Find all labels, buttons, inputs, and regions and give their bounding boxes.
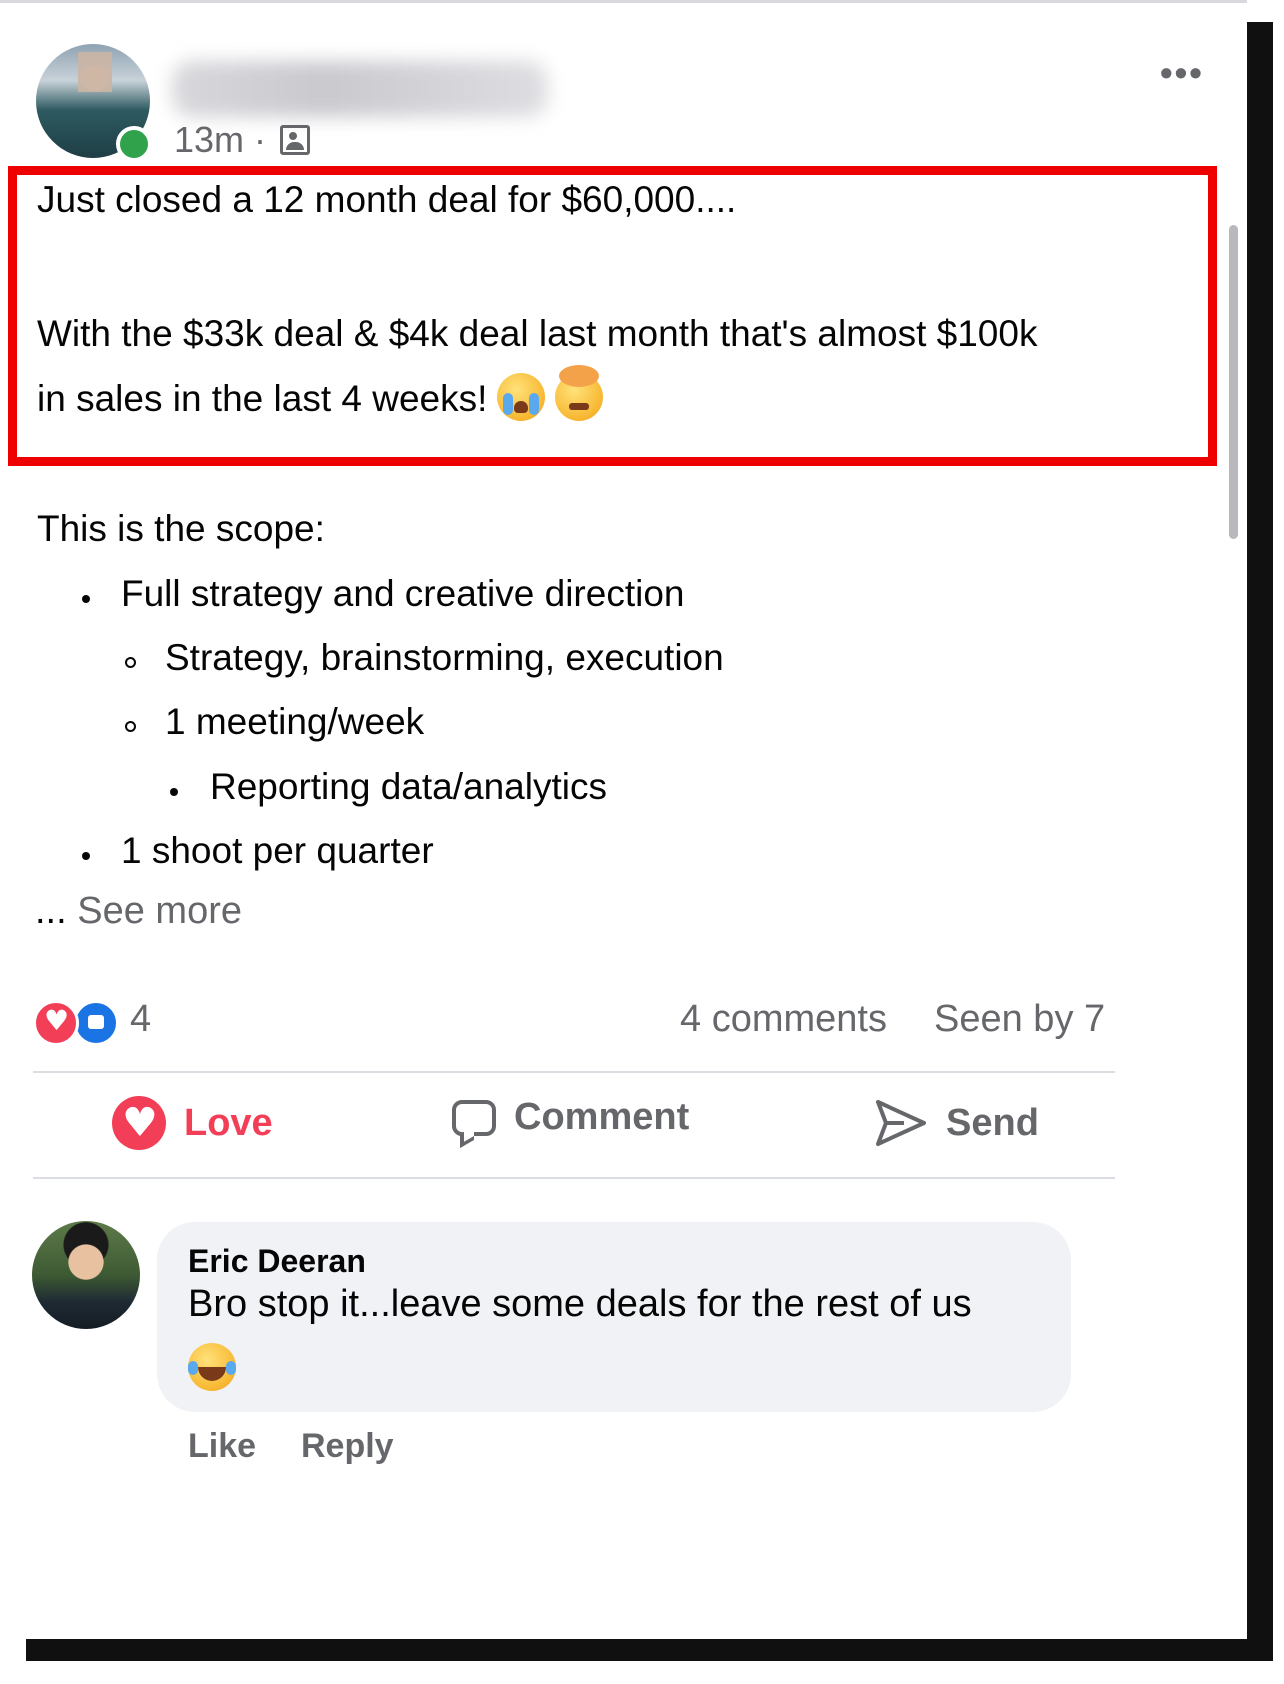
seen-by[interactable]: Seen by 7 <box>934 998 1105 1041</box>
love-heart-icon <box>112 1096 166 1150</box>
loudly-crying-emoji-icon <box>497 373 546 421</box>
comment-like-button[interactable]: Like <box>188 1427 256 1466</box>
see-more-link[interactable]: ... See more <box>35 890 242 933</box>
friends-audience-icon[interactable] <box>280 125 311 155</box>
divider <box>33 1071 1115 1073</box>
author-avatar[interactable] <box>36 44 156 164</box>
author-name-redacted[interactable] <box>172 61 548 117</box>
bullet-dot <box>82 595 90 603</box>
scope-item: 1 shoot per quarter <box>121 830 434 871</box>
send-label: Send <box>946 1101 1039 1144</box>
scope-heading: This is the scope: <box>37 508 325 549</box>
post-meta: 13m · <box>174 119 311 161</box>
love-reaction-icon <box>33 1000 79 1046</box>
scope-item: Reporting data/analytics <box>210 766 607 807</box>
comment-button[interactable]: Comment <box>452 1096 689 1139</box>
bullet-ring <box>125 721 136 732</box>
reaction-count[interactable]: 4 <box>130 998 151 1041</box>
more-options-icon[interactable]: ••• <box>1160 55 1204 91</box>
comments-count[interactable]: 4 comments <box>680 998 887 1041</box>
post-line-2: With the $33k deal & $4k deal last month… <box>37 313 1038 354</box>
love-label: Love <box>184 1101 273 1144</box>
see-more-label[interactable]: See more <box>77 890 242 932</box>
divider <box>33 1177 1115 1179</box>
comment-label: Comment <box>514 1096 690 1138</box>
send-button[interactable]: Send <box>874 1096 1039 1150</box>
bullet-ring <box>125 657 136 668</box>
scope-item: Full strategy and creative direction <box>121 573 685 614</box>
online-status-dot <box>116 126 152 162</box>
exploding-head-emoji-icon <box>555 365 604 421</box>
comment-bubble-icon <box>452 1099 496 1136</box>
reaction-icons[interactable] <box>33 1000 123 1046</box>
bullet-dot <box>82 852 90 860</box>
post-card: 13m · ••• Just closed a 12 month deal fo… <box>0 0 1247 1639</box>
love-button[interactable]: Love <box>112 1096 273 1150</box>
like-reaction-icon <box>73 1000 119 1046</box>
see-more-ellipsis: ... <box>35 890 67 932</box>
comment-reply-button[interactable]: Reply <box>301 1427 394 1466</box>
bullet-dot <box>170 788 178 796</box>
post-line-3: in sales in the last 4 weeks! <box>37 365 604 421</box>
commenter-name[interactable]: Eric Deeran <box>188 1243 366 1280</box>
laughing-emoji-icon <box>188 1343 236 1391</box>
meta-separator: · <box>254 119 267 160</box>
commenter-avatar[interactable] <box>32 1221 140 1329</box>
scope-item: 1 meeting/week <box>165 701 425 742</box>
scrollbar[interactable] <box>1229 225 1238 539</box>
send-arrow-icon <box>876 1100 926 1146</box>
scope-item: Strategy, brainstorming, execution <box>165 637 724 678</box>
post-time[interactable]: 13m <box>174 119 244 161</box>
post-line-3-text: in sales in the last 4 weeks! <box>37 378 488 419</box>
post-line-1: Just closed a 12 month deal for $60,000.… <box>37 179 737 220</box>
comment-text: Bro stop it...leave some deals for the r… <box>188 1283 972 1325</box>
